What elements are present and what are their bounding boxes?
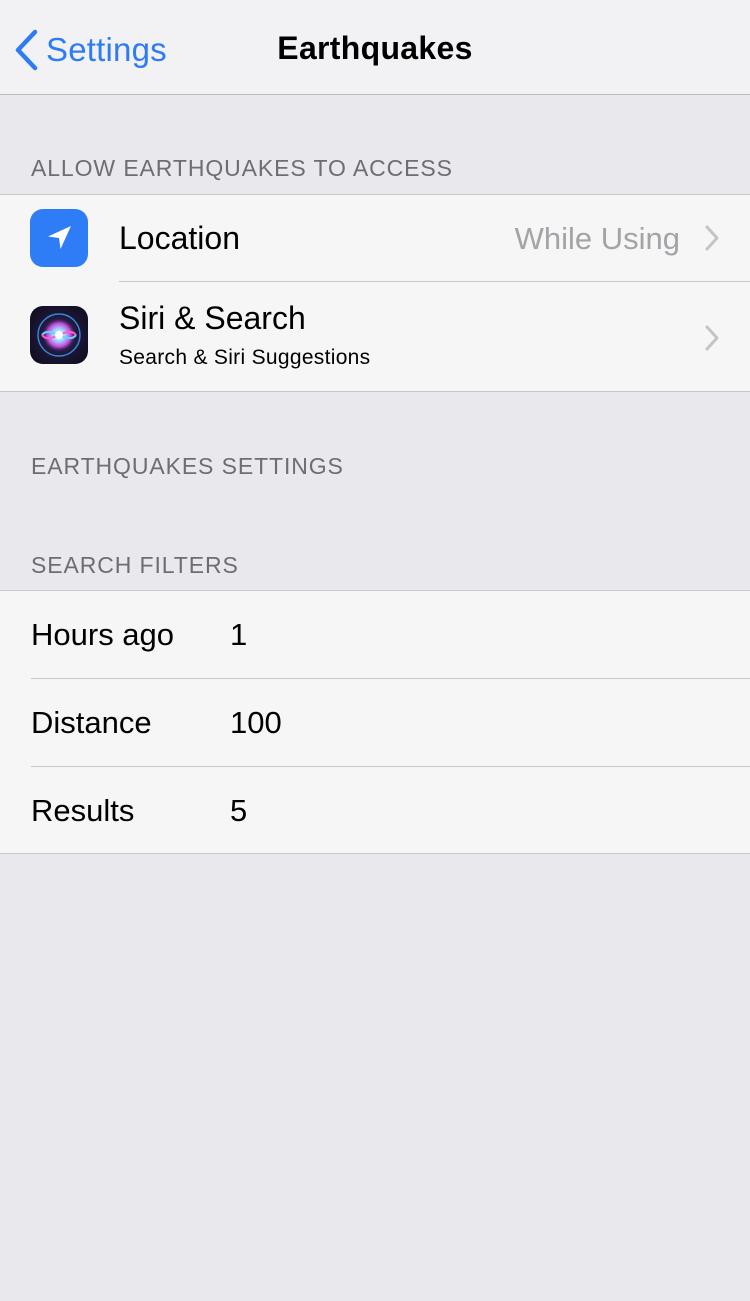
location-label: Location: [119, 220, 240, 256]
access-group: Location While Using Siri & Search Searc…: [0, 194, 750, 392]
chevron-right-icon: [704, 324, 720, 357]
filter-row-results[interactable]: Results 5: [0, 767, 750, 853]
section-header-filters: SEARCH FILTERS: [31, 552, 239, 578]
hours-ago-label: Hours ago: [31, 617, 175, 652]
navigation-bar: Settings Earthquakes: [0, 0, 750, 95]
location-detail: While Using: [514, 221, 680, 256]
siri-search-row[interactable]: Siri & Search Search & Siri Suggestions: [0, 282, 750, 391]
hours-ago-field[interactable]: 1: [230, 617, 710, 653]
page-title: Earthquakes: [277, 30, 473, 66]
filters-group: Hours ago 1 Distance 100 Results 5: [0, 590, 750, 854]
distance-label: Distance: [31, 705, 152, 740]
location-row[interactable]: Location While Using: [0, 195, 750, 282]
section-header-access: ALLOW EARTHQUAKES TO ACCESS: [31, 155, 453, 181]
filter-row-distance[interactable]: Distance 100: [0, 679, 750, 767]
siri-search-subtitle: Search & Siri Suggestions: [119, 346, 371, 369]
siri-search-label: Siri & Search: [119, 300, 306, 336]
location-arrow-icon: [30, 209, 88, 267]
results-label: Results: [31, 793, 135, 828]
filter-row-hours[interactable]: Hours ago 1: [0, 591, 750, 679]
section-header-settings: EARTHQUAKES SETTINGS: [31, 453, 344, 479]
results-field[interactable]: 5: [230, 793, 710, 829]
distance-field[interactable]: 100: [230, 705, 710, 741]
chevron-right-icon: [704, 224, 720, 257]
siri-icon: [30, 306, 88, 364]
